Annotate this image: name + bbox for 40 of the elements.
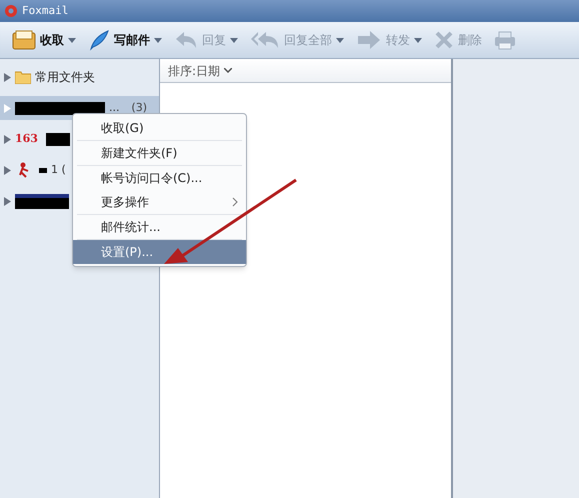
tray-icon	[12, 30, 36, 50]
menu-item[interactable]: 新建文件夹(F)	[73, 141, 246, 165]
sidebar-item[interactable]: 常用文件夹	[0, 65, 99, 89]
account-name: ...	[109, 100, 120, 116]
expand-triangle-icon	[4, 104, 11, 112]
feather-icon	[88, 29, 110, 51]
folder-icon	[15, 70, 31, 84]
toolbar-button[interactable]: 收取	[12, 30, 76, 50]
chevron-down-icon	[224, 68, 232, 73]
folder-label: 常用文件夹	[35, 69, 95, 86]
unread-count: (3)	[131, 100, 147, 116]
expand-triangle-icon	[4, 72, 11, 82]
menu-item[interactable]: 更多操作	[73, 190, 246, 214]
menu-item[interactable]: 邮件统计...	[73, 215, 246, 239]
redaction-bar	[39, 168, 47, 172]
printer-icon	[494, 30, 516, 50]
caret-icon	[414, 38, 422, 42]
sidebar-item[interactable]: 163	[0, 127, 74, 151]
expand-triangle-icon	[4, 134, 11, 144]
caret-icon	[154, 38, 162, 42]
chevron-right-icon	[232, 197, 238, 207]
caret-icon	[68, 38, 76, 42]
reply-arrow-icon	[174, 30, 198, 50]
right-arrow-icon	[356, 30, 382, 50]
menu-item[interactable]: 帐号访问口令(C)...	[73, 166, 246, 190]
window-title: Foxmail	[22, 2, 68, 19]
redaction-bar	[15, 194, 69, 208]
toolbar-button[interactable]: 写邮件	[88, 29, 162, 51]
logo-icon	[4, 4, 18, 18]
double-reply-arrow-icon	[250, 30, 280, 50]
menu-item[interactable]: 设置(P)...	[73, 240, 246, 264]
logo: 163	[15, 130, 38, 147]
expand-triangle-icon	[4, 196, 11, 206]
redaction-bar	[46, 132, 70, 146]
sidebar-item[interactable]: 1 (	[0, 158, 70, 182]
account-name: 1 (	[51, 162, 66, 178]
cross-icon	[434, 30, 454, 50]
caret-icon	[230, 38, 238, 42]
caret-icon	[336, 38, 344, 42]
expand-triangle-icon	[4, 166, 11, 174]
